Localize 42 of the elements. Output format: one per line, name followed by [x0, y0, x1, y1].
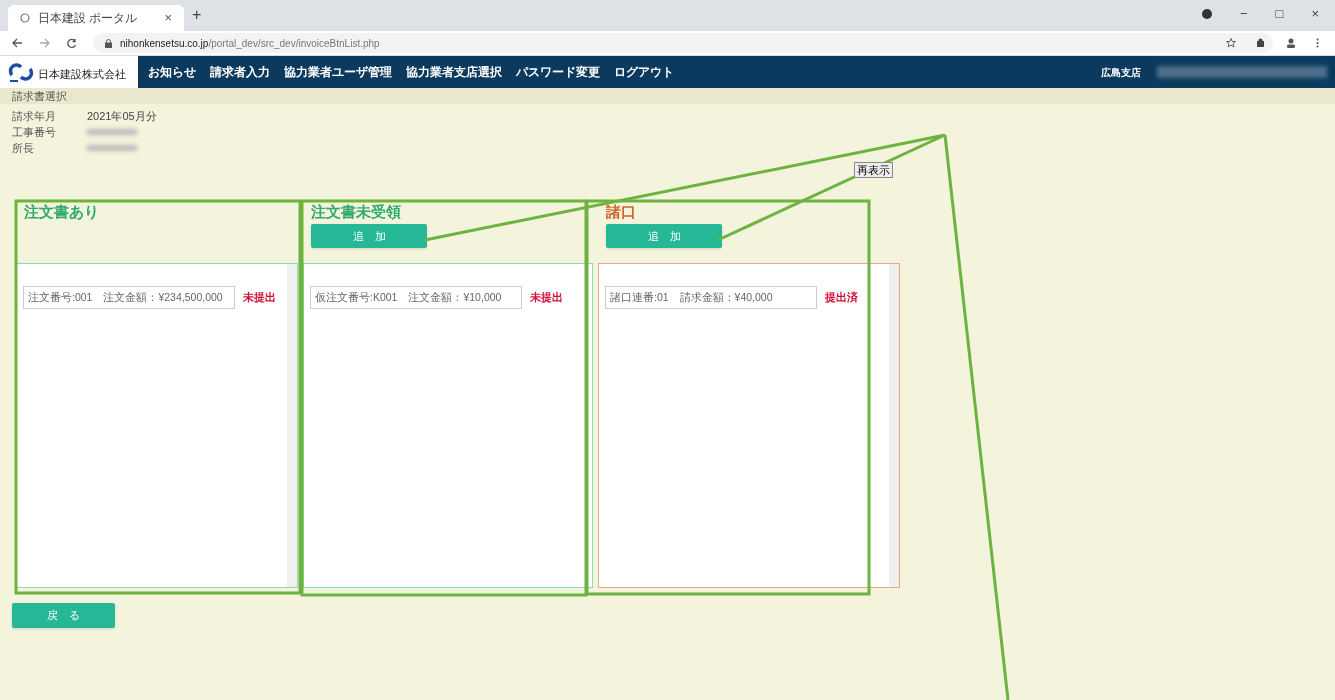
scrollbar[interactable]: [287, 264, 297, 587]
browser-tab[interactable]: 日本建設 ポータル ×: [8, 5, 184, 31]
entry-field[interactable]: 注文番号:001 注文金額：¥234,500,000: [23, 286, 235, 309]
refresh-button[interactable]: 再表示: [854, 162, 893, 178]
info-label: 所長: [12, 140, 35, 156]
entry-field[interactable]: 諸口連番:01 請求金額：¥40,000: [605, 286, 817, 309]
status-text: 未提出: [243, 290, 276, 306]
new-tab-button[interactable]: +: [192, 3, 202, 27]
logo-icon: [8, 61, 34, 83]
scrollbar[interactable]: [889, 264, 899, 587]
nav-link[interactable]: 協力業者ユーザ管理: [284, 63, 392, 81]
nav-link[interactable]: ログアウト: [614, 63, 674, 81]
window-control[interactable]: −: [1239, 4, 1248, 24]
menu-icon[interactable]: [1316, 38, 1319, 48]
back-icon[interactable]: [12, 38, 23, 48]
nav-link[interactable]: 協力業者支店選択: [406, 63, 502, 81]
status-text: 未提出: [530, 290, 563, 306]
info-label: 請求年月: [12, 108, 57, 124]
reload-icon[interactable]: [66, 37, 77, 49]
tab-close-button[interactable]: ×: [164, 8, 172, 28]
info-label: 工事番号: [12, 124, 57, 140]
tab-title: 日本建設 ポータル: [38, 10, 139, 27]
company-name: 日本建設株式会社: [38, 66, 126, 82]
window-control[interactable]: ×: [1311, 4, 1319, 24]
window-control[interactable]: □: [1275, 4, 1284, 24]
account-icon[interactable]: [1286, 38, 1296, 48]
lock-icon: [105, 38, 112, 48]
nav-link[interactable]: お知らせ: [148, 63, 196, 81]
column-title: 注文書未受領: [311, 203, 401, 221]
page-title: 請求書選択: [0, 88, 1335, 104]
address-bar[interactable]: nihonkensetsu.co.jp/portal_dev/src_dev/invoiceBtnList.php: [93, 33, 1273, 53]
column-title: 注文書あり: [24, 203, 99, 221]
nav-link[interactable]: 請求者入力: [210, 63, 270, 81]
status-text: 提出済: [825, 290, 858, 306]
url-text: nihonkensetsu.co.jp/portal_dev/src_dev/invoiceBtnList.php: [120, 36, 380, 51]
entry-field[interactable]: 仮注文番号:K001 注文金額：¥10,000: [310, 286, 522, 309]
info-value: 2021年05月分: [87, 108, 157, 124]
column-title: 諸口: [606, 203, 636, 221]
branch-name: 広島支店: [1101, 65, 1141, 80]
nav-link[interactable]: パスワード変更: [516, 63, 600, 81]
profile-icon[interactable]: [1201, 8, 1212, 19]
star-icon[interactable]: [1226, 38, 1236, 48]
